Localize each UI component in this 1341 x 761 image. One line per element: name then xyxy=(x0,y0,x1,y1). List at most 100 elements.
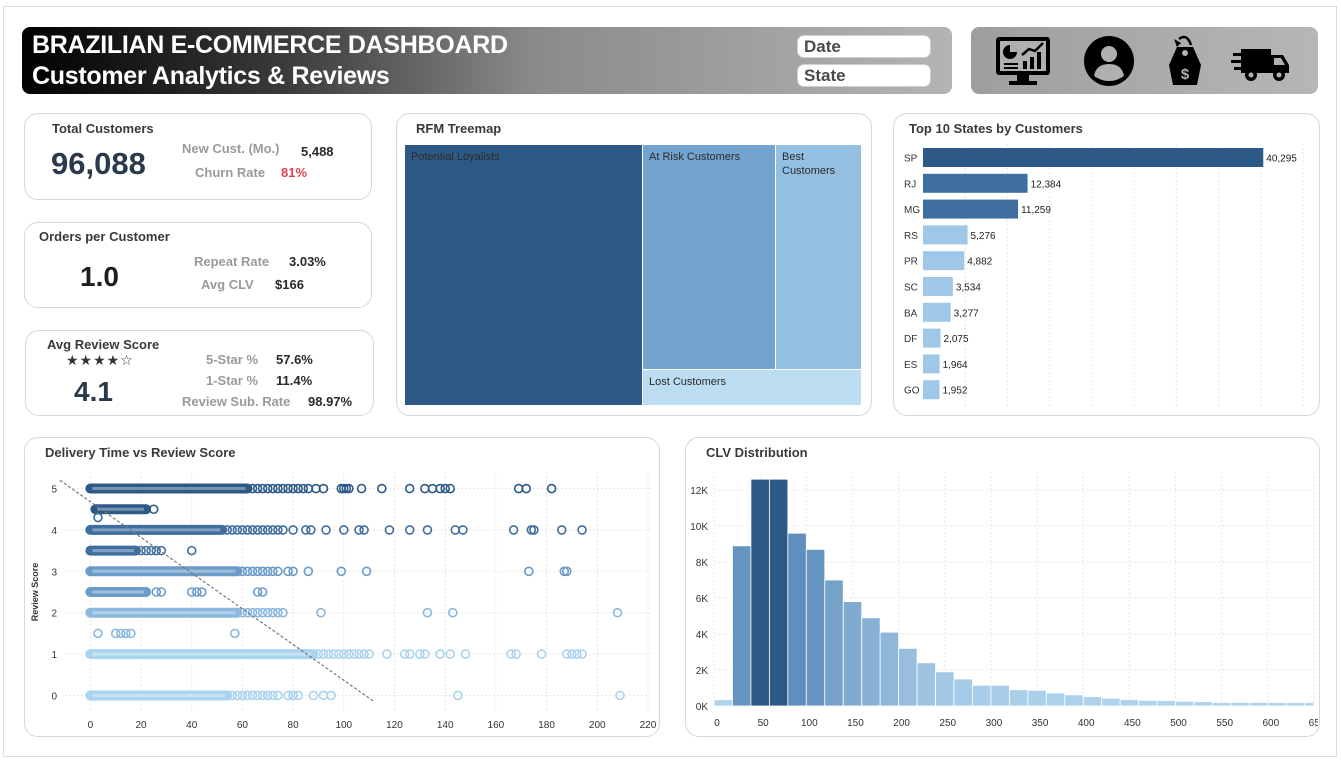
state-tick-label: RJ xyxy=(904,179,916,190)
state-bar xyxy=(923,354,940,374)
state-tick-label: DF xyxy=(904,334,917,345)
kpi-value: 4.1 xyxy=(74,376,113,407)
repeat-rate-value: 3.03% xyxy=(289,254,326,269)
state-value-label: 40,295 xyxy=(1266,154,1297,165)
delivery-review-scatter: 0 20 40 60 80 100 120 140 160 180 200 220 0 1 2 3 4 5 Revi… xyxy=(30,472,657,731)
price-tag-icon[interactable]: $ xyxy=(1157,35,1217,87)
x-tick-label: 160 xyxy=(488,720,505,731)
x-tick-label: 300 xyxy=(986,718,1003,729)
x-tick-label: 80 xyxy=(288,720,300,731)
chart-title: Delivery Time vs Review Score xyxy=(45,445,236,460)
y-tick-label: 6K xyxy=(696,594,709,605)
repeat-rate-label: Repeat Rate xyxy=(194,254,270,269)
state-bar xyxy=(923,380,940,400)
state-tick-label: BA xyxy=(904,308,918,319)
histogram-bar xyxy=(953,678,973,707)
five-star-value: 57.6% xyxy=(276,352,313,367)
x-tick-label: 20 xyxy=(135,720,147,731)
x-tick-label: 600 xyxy=(1263,718,1280,729)
state-tick-label: MG xyxy=(904,205,920,216)
treemap-segment-lost-customers[interactable]: Lost Customers xyxy=(642,369,861,405)
state-tick-label: GO xyxy=(904,386,920,397)
rfm-treemap-card: RFM Treemap Potential Loyalists At Risk … xyxy=(396,113,872,416)
state-value-label: 3,534 xyxy=(956,283,981,294)
histogram-bar xyxy=(1138,699,1158,707)
scatter-point xyxy=(197,587,207,597)
state-bar xyxy=(923,148,1264,167)
histogram-bar xyxy=(916,662,936,707)
histogram-bar xyxy=(898,647,918,707)
y-tick-label: 5 xyxy=(51,485,57,496)
histogram-bar xyxy=(1230,701,1250,707)
y-tick-label: 2K xyxy=(696,666,709,677)
histogram-bar xyxy=(861,617,881,707)
x-tick-label: 180 xyxy=(538,720,555,731)
histogram-bar xyxy=(1212,701,1232,707)
scatter-point xyxy=(156,587,167,597)
histogram-bar xyxy=(1027,689,1047,707)
user-icon[interactable] xyxy=(1079,35,1139,87)
new-customers-value: 5,488 xyxy=(301,144,334,159)
state-bar xyxy=(923,302,951,322)
x-tick-label: 0 xyxy=(88,720,94,731)
state-value-label: 1,952 xyxy=(942,386,967,397)
state-tick-label: SC xyxy=(904,283,918,294)
treemap-segment-at-risk[interactable]: At Risk Customers xyxy=(642,145,775,369)
x-tick-label: 0 xyxy=(714,718,720,729)
dashboard-subtitle: Customer Analytics & Reviews xyxy=(32,62,390,90)
histogram-bar xyxy=(972,684,992,707)
histogram-bar xyxy=(1248,701,1269,707)
avg-clv-value: $166 xyxy=(275,277,304,292)
state-bar xyxy=(923,251,965,271)
state-tick-label: PR xyxy=(904,257,918,268)
delivery-truck-icon[interactable] xyxy=(1231,35,1291,87)
x-tick-label: 50 xyxy=(758,718,770,729)
histogram-bar xyxy=(1267,702,1287,707)
kpi-title: Avg Review Score xyxy=(47,337,160,352)
clv-distribution-card: CLV Distribution 0 50 100 150 200 250 300 350 40… xyxy=(685,437,1320,737)
y-tick-label: 10K xyxy=(690,522,708,533)
scatter-point xyxy=(257,587,268,597)
state-filter[interactable]: State xyxy=(797,64,931,87)
treemap-segment-best-customers[interactable]: Best Customers xyxy=(775,145,861,369)
navigation-icon-bar: $ xyxy=(971,27,1318,94)
x-tick-label: 450 xyxy=(1124,718,1141,729)
histogram-bar xyxy=(1119,699,1140,707)
histogram-bar xyxy=(713,699,733,707)
histogram-bar xyxy=(1082,696,1103,707)
scatter-point xyxy=(126,628,136,639)
kpi-title: Total Customers xyxy=(52,121,154,136)
y-tick-label: 0K xyxy=(696,702,709,713)
histogram-bar xyxy=(1064,694,1084,707)
state-bar xyxy=(923,173,1028,193)
five-star-label: 5-Star % xyxy=(206,352,259,367)
scatter-point xyxy=(230,628,240,639)
review-submission-value: 98.97% xyxy=(308,394,353,409)
scatter-point xyxy=(93,512,103,523)
clv-histogram: 0 50 100 150 200 250 300 350 400 450 500 550 600 650 0… xyxy=(690,472,1318,729)
histogram-bar xyxy=(1285,702,1306,707)
state-bar xyxy=(923,328,941,348)
histogram-bar xyxy=(1101,697,1121,707)
x-tick-label: 200 xyxy=(589,720,606,731)
header-banner: BRAZILIAN E-COMMERCE DASHBOARD Customer … xyxy=(22,27,952,94)
treemap-segment-potential-loyalists[interactable]: Potential Loyalists xyxy=(405,145,642,405)
histogram-bar xyxy=(1175,700,1195,707)
x-tick-label: 200 xyxy=(893,718,910,729)
y-tick-label: 1 xyxy=(51,650,57,661)
avg-clv-label: Avg CLV xyxy=(201,277,254,292)
histogram-bar xyxy=(824,579,844,707)
kpi-value: 1.0 xyxy=(80,261,119,292)
histogram-bar xyxy=(1304,702,1315,707)
state-bar xyxy=(923,199,1019,219)
monitor-chart-icon[interactable] xyxy=(993,35,1053,87)
histogram-bar xyxy=(750,478,770,707)
histogram-bar xyxy=(1008,689,1029,707)
churn-rate-label: Churn Rate xyxy=(195,165,266,180)
date-filter[interactable]: Date xyxy=(797,35,931,58)
kpi-card-orders: Orders per Customer 1.0 Repeat Rate 3.03… xyxy=(24,222,372,308)
y-tick-label: 4K xyxy=(696,630,709,641)
y-tick-label: 3 xyxy=(51,567,57,578)
dashboard-title: BRAZILIAN E-COMMERCE DASHBOARD xyxy=(32,31,508,59)
y-tick-label: 8K xyxy=(696,558,709,569)
